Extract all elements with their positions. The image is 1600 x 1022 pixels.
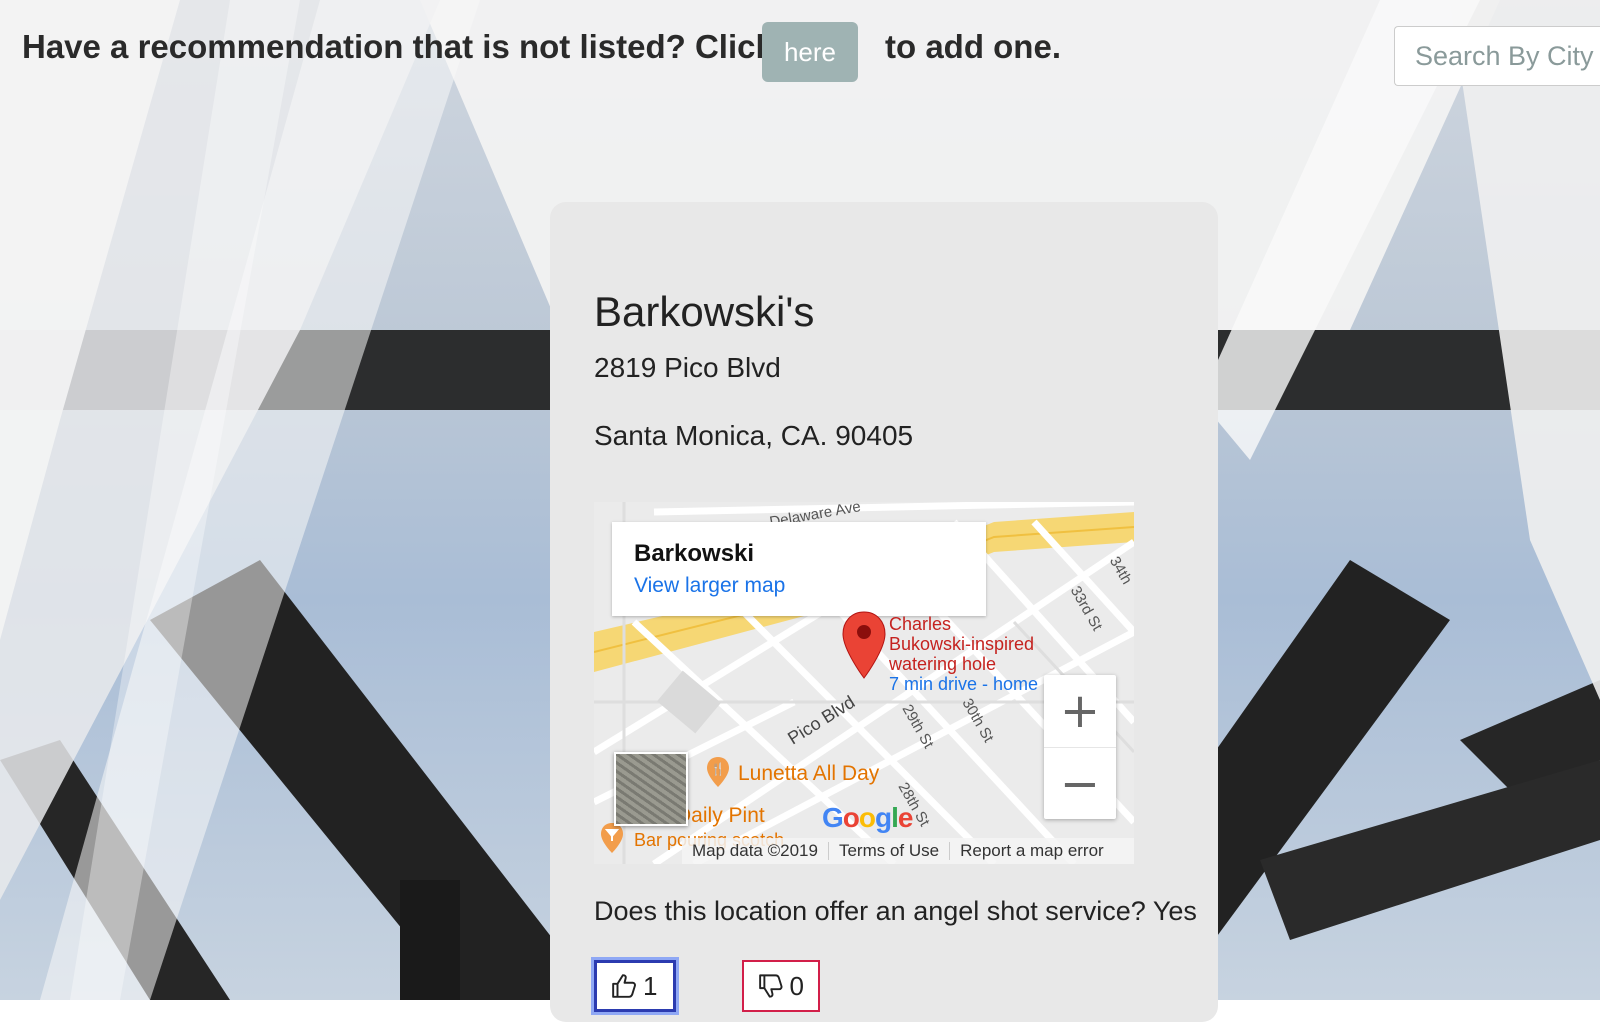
map-attribution-bar: Map data ©2019 Terms of Use Report a map…: [682, 838, 1134, 864]
view-larger-map-link[interactable]: View larger map: [634, 574, 785, 598]
listing-title: Barkowski's: [594, 288, 815, 335]
google-logo-letter: o: [842, 802, 860, 833]
svg-text:🍴: 🍴: [711, 762, 726, 776]
angel-shot-question: Does this location offer an angel shot s…: [594, 896, 1197, 926]
listing-card: Barkowski's 2819 Pico Blvd Santa Monica,…: [550, 202, 1218, 1022]
address-line-2: Santa Monica, CA. 90405: [594, 420, 914, 451]
place-description-line: Bukowski-inspired: [889, 634, 1035, 654]
downvote-count: 0: [789, 970, 804, 1001]
google-logo-letter: o: [858, 802, 876, 833]
add-recommendation-button[interactable]: here: [762, 22, 858, 82]
google-logo-letter: g: [875, 802, 892, 833]
bar-pin-icon: [601, 823, 623, 853]
recommendation-prompt: Have a recommendation that is not listed…: [22, 28, 774, 65]
satellite-view-toggle[interactable]: [614, 752, 688, 826]
thumbs-down-icon: [759, 974, 783, 998]
top-bar: Have a recommendation that is not listed…: [0, 0, 1600, 110]
zoom-out-button[interactable]: −: [1044, 747, 1116, 820]
google-logo-letter: l: [891, 802, 899, 833]
zoom-controls: + −: [1044, 675, 1116, 819]
downvote-button[interactable]: 0: [742, 960, 820, 1012]
drive-time-link[interactable]: 7 min drive - home: [889, 674, 1038, 695]
place-description-line: Charles: [889, 614, 952, 634]
poi-label[interactable]: Lunetta All Day: [738, 762, 879, 786]
google-logo-letter: G: [822, 802, 844, 833]
thumbs-up-icon: [612, 974, 636, 998]
upvote-count: 1: [643, 970, 658, 1001]
google-logo: Google: [822, 802, 914, 834]
google-logo-letter: e: [897, 802, 914, 833]
search-city-input[interactable]: [1394, 26, 1600, 86]
restaurant-pin-icon: 🍴: [707, 757, 729, 787]
embedded-map[interactable]: Delaware Ave Pico Blvd 29th St 30th St 2…: [594, 502, 1134, 864]
map-data-credit: Map data ©2019: [692, 841, 818, 860]
map-place-name: Barkowski: [634, 540, 755, 567]
report-map-error-link[interactable]: Report a map error: [950, 841, 1114, 861]
place-description: Charles Bukowski-inspired watering hole: [889, 614, 1034, 674]
recommendation-prompt-suffix: to add one.: [885, 28, 1061, 65]
zoom-in-button[interactable]: +: [1044, 675, 1116, 747]
upvote-button[interactable]: 1: [591, 957, 679, 1015]
map-info-window: Barkowski View larger map: [612, 522, 986, 616]
place-description-line: watering hole: [889, 654, 997, 674]
location-marker-icon[interactable]: [841, 610, 887, 680]
terms-of-use-link[interactable]: Terms of Use: [829, 841, 949, 861]
address-line-1: 2819 Pico Blvd: [594, 352, 781, 383]
